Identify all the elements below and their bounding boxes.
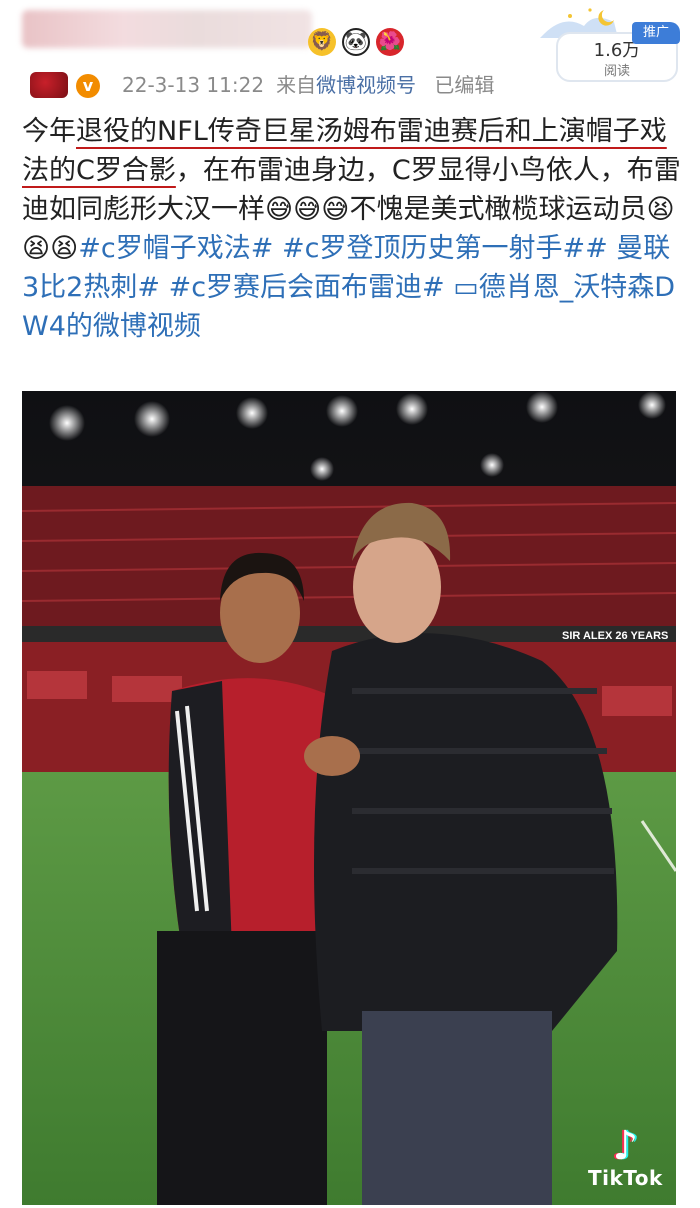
text-segment: 今年 [22, 116, 76, 147]
verified-badge-icon: v [76, 74, 100, 98]
lion-emoji-icon: 🦁 [308, 28, 336, 56]
tiktok-note-icon: ♪ [612, 1123, 639, 1169]
promo-tag[interactable]: 推广 [632, 22, 680, 44]
sweat-emoji-icon: 😅😅😅 [265, 194, 350, 225]
post-meta: 22-3-13 11:22 来自微博视频号 已编辑 [122, 69, 506, 98]
hashtag-link[interactable]: #c罗帽子戏法# [78, 233, 273, 264]
video-play-icon[interactable]: ▭ [453, 272, 479, 303]
source-link[interactable]: 微博视频号 [316, 73, 416, 97]
post-date: 22-3-13 11:22 [122, 73, 265, 97]
panda-emoji-icon: 🐼 [342, 28, 370, 56]
post-text: 今年退役的NFL传奇巨星汤姆布雷迪赛后和上演帽子戏法的C罗合影，在布雷迪身边，C… [22, 112, 682, 346]
read-label: 阅读 [603, 64, 630, 79]
text-segment: 不愧是美式橄榄球运动员 [349, 194, 647, 225]
stand-banner: SIR ALEX 26 YEARS [562, 630, 668, 642]
post-header: 🦁 🐼 🌺 v 22-3-13 11:22 来自微博视频号 已编辑 1.6万 阅读… [0, 0, 700, 110]
avatar[interactable] [30, 72, 68, 98]
username-redacted[interactable] [22, 10, 312, 48]
post-photo[interactable]: SIR ALEX 26 YEARS ♪ TikTok [22, 391, 676, 1205]
hashtag-link[interactable]: #c罗赛后会面布雷迪# [169, 272, 445, 303]
tiktok-watermark: ♪ TikTok [588, 1124, 663, 1190]
source-prefix: 来自 [276, 73, 317, 97]
user-badges: 🦁 🐼 🌺 [308, 28, 404, 56]
stadium-photo: SIR ALEX 26 YEARS [22, 391, 676, 1205]
edited-label: 已编辑 [434, 73, 495, 97]
watermark-name: TikTok [588, 1166, 663, 1190]
hashtag-link[interactable]: #c罗登顶历史第一射手## [282, 233, 608, 264]
flower-emoji-icon: 🌺 [376, 28, 404, 56]
